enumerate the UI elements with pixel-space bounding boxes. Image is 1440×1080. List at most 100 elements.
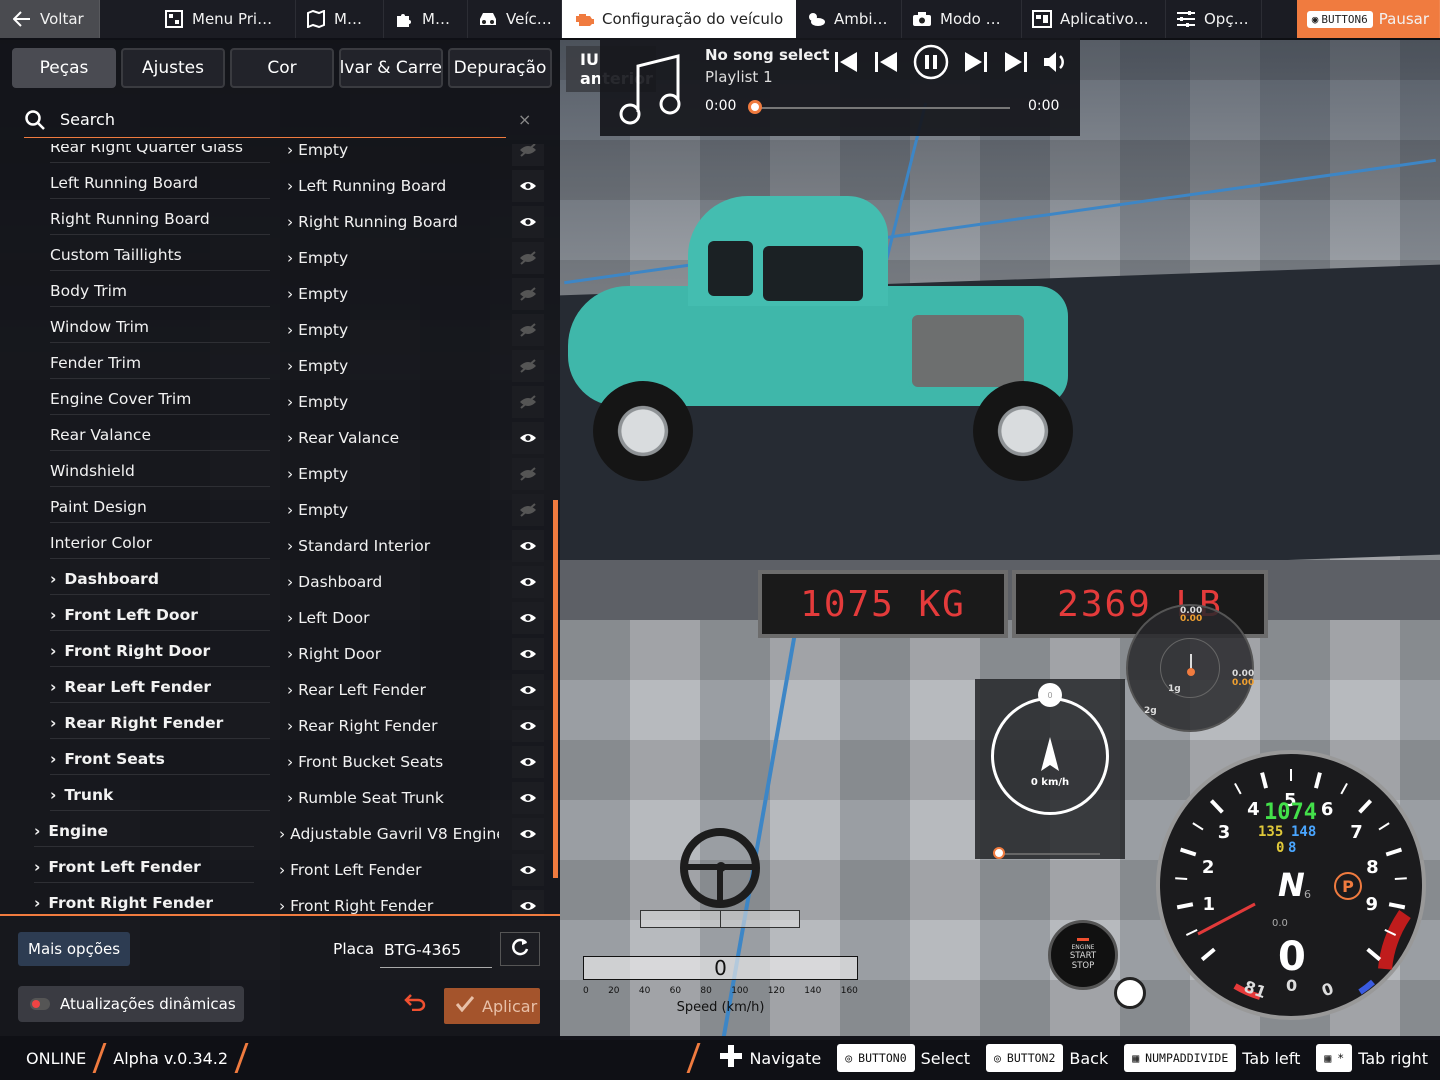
part-slot-label[interactable]: › Rear Right Fender xyxy=(50,714,270,739)
eye-off-icon[interactable] xyxy=(512,458,544,490)
eye-off-icon[interactable] xyxy=(512,242,544,274)
part-select-dropdown[interactable]: › Empty xyxy=(287,393,507,411)
part-select-dropdown[interactable]: › Empty xyxy=(287,501,507,519)
part-select-dropdown[interactable]: › Right Door xyxy=(287,645,507,663)
part-select-dropdown[interactable]: › Empty xyxy=(287,465,507,483)
menu-item-apps[interactable]: Aplicativo… xyxy=(1022,0,1166,38)
eye-icon[interactable] xyxy=(512,638,544,670)
part-select-dropdown[interactable]: › Rumble Seat Trunk xyxy=(287,789,507,807)
part-select-dropdown[interactable]: › Empty xyxy=(287,144,507,159)
eye-off-icon[interactable] xyxy=(512,314,544,346)
part-row[interactable]: › Rear Right Fender › Rear Right Fender xyxy=(0,708,548,744)
hud-toggle-button[interactable] xyxy=(1114,977,1146,1009)
parts-list[interactable]: Rear Right Quarter Glass › Empty Left Runn… xyxy=(0,144,560,916)
part-slot-label[interactable]: › Rear Left Fender xyxy=(50,678,270,703)
previous-track-button[interactable] xyxy=(872,46,900,82)
menu-item-environment[interactable]: Ambi… xyxy=(796,0,902,38)
skip-end-button[interactable] xyxy=(1002,46,1030,82)
part-row[interactable]: Right Running Board › Right Running Board xyxy=(0,204,548,240)
part-slot-label[interactable]: › Front Left Fender xyxy=(34,858,254,883)
part-slot-label[interactable]: › Front Right Door xyxy=(50,642,270,667)
tab-save-load[interactable]: alvar & Carreg xyxy=(339,48,443,88)
tab-parts[interactable]: Peças xyxy=(12,48,116,88)
menu-item-vehicle-config[interactable]: Configuração do veículo xyxy=(562,0,796,38)
part-row[interactable]: › Engine › Adjustable Gavril V8 Engine xyxy=(0,816,548,852)
pause-music-button[interactable] xyxy=(912,44,950,82)
tab-debug[interactable]: Depuração xyxy=(448,48,552,88)
volume-button[interactable] xyxy=(1042,46,1070,82)
pause-button[interactable]: ◉ BUTTON6 Pausar xyxy=(1296,0,1440,38)
eye-icon[interactable] xyxy=(512,854,544,886)
eye-icon[interactable] xyxy=(512,206,544,238)
part-row[interactable]: Custom Taillights › Empty xyxy=(0,240,548,276)
eye-icon[interactable] xyxy=(512,674,544,706)
seek-handle[interactable] xyxy=(748,100,762,114)
apply-button[interactable]: Aplicar xyxy=(444,988,540,1024)
eye-icon[interactable] xyxy=(512,602,544,634)
part-row[interactable]: Interior Color › Standard Interior xyxy=(0,528,548,564)
part-row[interactable]: › Front Left Fender › Front Left Fender xyxy=(0,852,548,888)
part-row[interactable]: Body Trim › Empty xyxy=(0,276,548,312)
randomize-plate-button[interactable] xyxy=(500,932,540,966)
eye-off-icon[interactable] xyxy=(512,350,544,382)
eye-icon[interactable] xyxy=(512,422,544,454)
part-slot-label[interactable]: › Engine xyxy=(34,822,254,847)
eye-off-icon[interactable] xyxy=(512,144,544,166)
eye-icon[interactable] xyxy=(512,566,544,598)
undo-button[interactable] xyxy=(404,992,426,1017)
tab-tuning[interactable]: Ajustes xyxy=(121,48,225,88)
part-row[interactable]: › Trunk › Rumble Seat Trunk xyxy=(0,780,548,816)
part-row[interactable]: Engine Cover Trim › Empty xyxy=(0,384,548,420)
next-track-button[interactable] xyxy=(962,46,990,82)
part-row[interactable]: Left Running Board › Left Running Board xyxy=(0,168,548,204)
eye-off-icon[interactable] xyxy=(512,494,544,526)
part-select-dropdown[interactable]: › Right Running Board xyxy=(287,213,507,231)
part-row[interactable]: › Dashboard › Dashboard xyxy=(0,564,548,600)
menu-item-mods[interactable]: M… xyxy=(384,0,468,38)
more-options-button[interactable]: Mais opções xyxy=(18,932,131,966)
part-row[interactable]: Rear Right Quarter Glass › Empty xyxy=(0,144,548,168)
part-row[interactable]: Paint Design › Empty xyxy=(0,492,548,528)
eye-icon[interactable] xyxy=(512,530,544,562)
eye-icon[interactable] xyxy=(512,710,544,742)
seek-track[interactable] xyxy=(755,107,1010,109)
eye-icon[interactable] xyxy=(512,746,544,778)
part-select-dropdown[interactable]: › Rear Valance xyxy=(287,429,507,447)
engine-start-stop-button[interactable]: ENGINE START STOP xyxy=(1048,920,1118,990)
part-row[interactable]: › Front Right Door › Right Door xyxy=(0,636,548,672)
part-select-dropdown[interactable]: › Empty xyxy=(287,357,507,375)
menu-item-options[interactable]: Opç… xyxy=(1166,0,1262,38)
tab-color[interactable]: Cor xyxy=(230,48,334,88)
part-select-dropdown[interactable]: › Rear Right Fender xyxy=(287,717,507,735)
part-select-dropdown[interactable]: › Left Door xyxy=(287,609,507,627)
eye-off-icon[interactable] xyxy=(512,386,544,418)
part-select-dropdown[interactable]: › Rear Left Fender xyxy=(287,681,507,699)
part-slot-label[interactable]: › Front Left Door xyxy=(50,606,270,631)
compass-bar-handle[interactable] xyxy=(993,847,1005,859)
part-slot-label[interactable]: › Front Right Fender xyxy=(34,894,254,915)
part-select-dropdown[interactable]: › Empty xyxy=(287,321,507,339)
part-row[interactable]: Window Trim › Empty xyxy=(0,312,548,348)
part-row[interactable]: › Front Left Door › Left Door xyxy=(0,600,548,636)
eye-icon[interactable] xyxy=(512,170,544,202)
part-select-dropdown[interactable]: › Front Bucket Seats xyxy=(287,753,507,771)
eye-icon[interactable] xyxy=(512,890,544,914)
part-slot-label[interactable]: › Dashboard xyxy=(50,570,270,595)
part-row[interactable]: › Rear Left Fender › Rear Left Fender xyxy=(0,672,548,708)
eye-icon[interactable] xyxy=(512,818,544,850)
dynamic-updates-toggle[interactable]: Atualizações dinâmicas xyxy=(18,986,244,1022)
part-select-dropdown[interactable]: › Front Right Fender xyxy=(279,897,499,914)
clear-search-button[interactable]: × xyxy=(518,110,531,129)
part-slot-label[interactable]: › Trunk xyxy=(50,786,270,811)
menu-item-main[interactable]: Menu Pri… xyxy=(154,0,296,38)
part-select-dropdown[interactable]: › Front Left Fender xyxy=(279,861,499,879)
part-row[interactable]: Fender Trim › Empty xyxy=(0,348,548,384)
part-select-dropdown[interactable]: › Empty xyxy=(287,285,507,303)
menu-item-vehicles[interactable]: Veíc… xyxy=(468,0,562,38)
part-select-dropdown[interactable]: › Dashboard xyxy=(287,573,507,591)
part-select-dropdown[interactable]: › Adjustable Gavril V8 Engine xyxy=(279,825,499,843)
part-row[interactable]: › Front Right Fender › Front Right Fender xyxy=(0,888,548,915)
part-select-dropdown[interactable]: › Empty xyxy=(287,249,507,267)
plate-input[interactable]: BTG-4365 xyxy=(380,932,492,968)
eye-icon[interactable] xyxy=(512,782,544,814)
